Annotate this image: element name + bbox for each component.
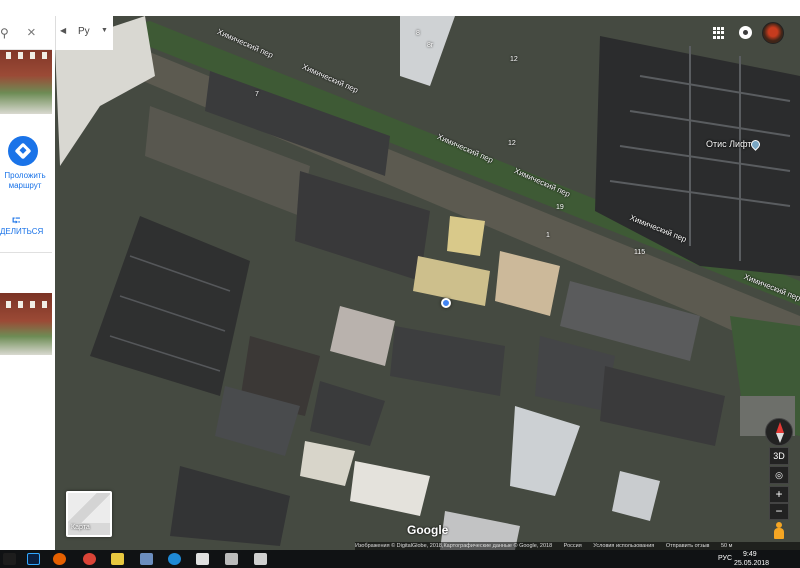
collapse-panel-icon[interactable]: ◀ — [60, 26, 66, 35]
directions-button[interactable] — [8, 136, 38, 166]
place-side-panel: Проложить маршрут ⮓ ДЕЛИТЬСЯ — [0, 16, 55, 550]
share-label[interactable]: ДЕЛИТЬСЯ — [0, 227, 43, 236]
search-box[interactable]: ⚲ × — [0, 16, 52, 50]
house-number: 8г — [427, 42, 434, 49]
start-icon[interactable] — [3, 553, 16, 565]
location-dot-icon[interactable] — [441, 298, 451, 308]
country-link[interactable]: Россия — [564, 543, 582, 549]
avatar[interactable] — [762, 22, 784, 44]
notifications-icon[interactable] — [739, 26, 752, 39]
panel-divider — [0, 252, 52, 253]
attribution-text: Изображения © DigitalGlobe, 2018,Картогр… — [355, 543, 553, 549]
mail-icon[interactable] — [196, 553, 209, 565]
clock-time[interactable]: 9:49 — [743, 551, 757, 558]
directions-icon — [14, 142, 32, 160]
windows-taskbar: РУС 9:49 25.05.2018 — [0, 550, 800, 568]
map-layer-toggle[interactable]: Карта — [66, 491, 112, 537]
place-photo[interactable] — [0, 293, 52, 355]
apps-icon[interactable] — [713, 27, 725, 39]
close-icon[interactable]: × — [27, 24, 41, 42]
poi-label[interactable]: Отис Лифт — [706, 139, 751, 149]
house-number: 1 — [546, 232, 550, 239]
pegman-icon[interactable] — [771, 522, 787, 540]
clock-date[interactable]: 25.05.2018 — [734, 560, 769, 567]
compass-icon[interactable] — [765, 418, 793, 446]
scale-label[interactable]: 50 м — [721, 543, 732, 549]
photoshop-icon[interactable] — [27, 553, 40, 565]
directions-label[interactable]: Проложить маршрут — [0, 171, 50, 191]
calculator-icon[interactable] — [225, 553, 238, 565]
house-number: 12 — [508, 140, 516, 147]
feedback-link[interactable]: Отправить отзыв — [666, 543, 710, 549]
house-number: 8 — [416, 30, 420, 37]
layer-label: Карта — [71, 524, 90, 531]
chrome-icon[interactable] — [83, 553, 96, 565]
zoom-in-button[interactable]: + — [769, 486, 789, 503]
house-number: 115 — [634, 249, 646, 256]
file-explorer-icon[interactable] — [140, 553, 153, 565]
browser-top-strip — [0, 0, 800, 16]
firefox-icon[interactable] — [53, 553, 66, 565]
house-number: 7 — [255, 91, 259, 98]
satellite-imagery — [0, 16, 800, 550]
input-language[interactable]: РУС — [718, 555, 732, 562]
chevron-down-icon: ▼ — [101, 27, 108, 34]
edge-icon[interactable] — [168, 553, 181, 565]
document-icon[interactable] — [254, 553, 267, 565]
language-selector[interactable]: ◀ Ру ▼ — [55, 16, 113, 50]
map-footer: Изображения © DigitalGlobe, 2018,Картогр… — [355, 542, 800, 550]
search-icon[interactable]: ⚲ — [0, 26, 12, 40]
house-number: 19 — [556, 204, 564, 211]
place-photo[interactable] — [0, 44, 52, 114]
my-location-button[interactable]: ◎ — [769, 466, 789, 484]
language-label: Ру — [78, 26, 90, 37]
google-logo: Google — [407, 523, 449, 537]
zoom-out-button[interactable]: − — [769, 503, 789, 520]
tilt-3d-button[interactable]: 3D — [769, 447, 789, 465]
house-number: 12 — [510, 56, 518, 63]
terms-link[interactable]: Условия использования — [593, 543, 654, 549]
winrar-icon[interactable] — [111, 553, 124, 565]
satellite-map[interactable]: Химический пер Химический пер Химический… — [0, 16, 800, 550]
share-icon[interactable]: ⮓ — [12, 212, 24, 227]
